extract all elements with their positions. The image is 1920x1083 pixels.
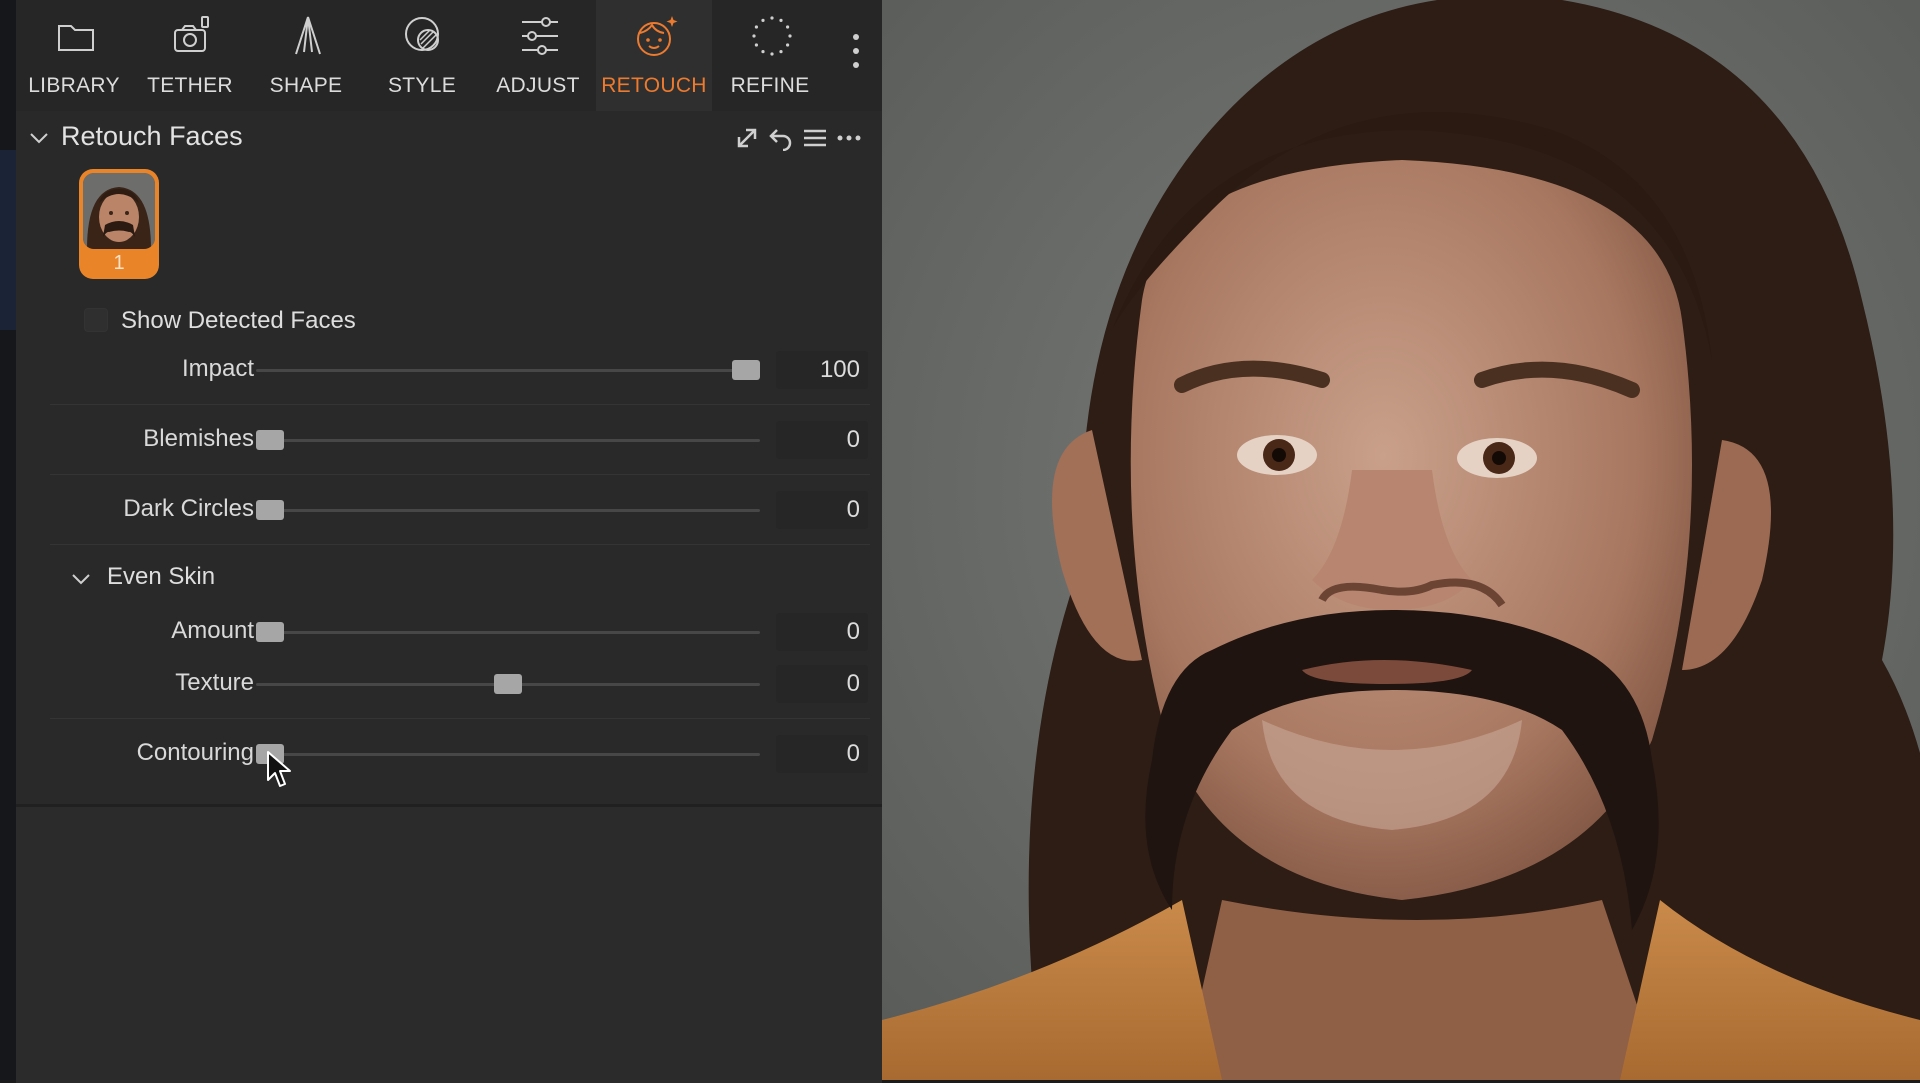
tab-adjust[interactable]: ADJUST [480, 0, 596, 111]
chevron-down-icon[interactable] [28, 127, 50, 149]
tab-style-label: STYLE [387, 74, 457, 97]
show-detected-faces-checkbox[interactable] [84, 308, 108, 332]
tool-panel: LIBRARY TETHER SHAPE STYLE ADJUST RETOUC… [16, 0, 882, 1083]
tab-retouch[interactable]: RETOUCH [596, 0, 712, 111]
show-detected-faces-label: Show Detected Faces [121, 307, 356, 334]
divider [50, 404, 870, 405]
divider [50, 474, 870, 475]
refine-icon [752, 16, 792, 56]
adjust-sliders-icon [522, 17, 558, 55]
dark-circles-slider-thumb[interactable] [256, 500, 284, 520]
retouch-faces-header: Retouch Faces [16, 113, 882, 163]
panel-empty-area [16, 804, 882, 1083]
impact-slider[interactable] [256, 369, 760, 372]
reset-icon[interactable] [768, 125, 794, 151]
tab-shape-label: SHAPE [269, 74, 343, 97]
detected-face-thumbnail[interactable]: 1 [79, 169, 159, 279]
tab-library[interactable]: LIBRARY [16, 0, 132, 111]
portrait-image [882, 0, 1920, 1080]
tab-library-label: LIBRARY [28, 74, 120, 97]
tab-tether[interactable]: TETHER [132, 0, 248, 111]
folder-icon [58, 25, 94, 51]
dark-circles-label: Dark Circles [123, 495, 254, 522]
photo-viewer[interactable] [882, 0, 1920, 1080]
amount-row: Amount 0 [16, 605, 882, 659]
mouse-cursor-icon [267, 751, 291, 787]
tab-tether-label: TETHER [147, 74, 233, 97]
blemishes-row: Blemishes 0 [16, 413, 882, 467]
impact-row: Impact 100 [16, 343, 882, 397]
texture-slider-thumb[interactable] [494, 674, 522, 694]
texture-label: Texture [175, 669, 254, 696]
tab-refine[interactable]: REFINE [712, 0, 828, 111]
contouring-row: Contouring 0 [16, 727, 882, 781]
impact-slider-thumb[interactable] [732, 360, 760, 380]
impact-value[interactable]: 100 [776, 351, 868, 389]
blemishes-slider-thumb[interactable] [256, 430, 284, 450]
list-icon[interactable] [802, 125, 828, 151]
face-thumbnail-image [83, 173, 155, 249]
chevron-down-icon[interactable] [70, 568, 92, 590]
section-title: Retouch Faces [61, 121, 243, 151]
style-icon [405, 17, 439, 51]
even-skin-title: Even Skin [107, 563, 216, 590]
dark-circles-slider[interactable] [256, 509, 760, 512]
dark-circles-value[interactable]: 0 [776, 491, 868, 529]
contouring-slider[interactable] [256, 753, 760, 756]
amount-slider-thumb[interactable] [256, 622, 284, 642]
contouring-label: Contouring [136, 739, 254, 766]
divider [50, 718, 870, 719]
even-skin-header: Even Skin [16, 558, 882, 600]
texture-row: Texture 0 [16, 657, 882, 711]
blemishes-slider[interactable] [256, 439, 760, 442]
texture-value[interactable]: 0 [776, 665, 868, 703]
more-icon[interactable] [836, 125, 862, 151]
left-edge-strip [0, 0, 16, 1080]
more-tools-icon[interactable] [848, 34, 864, 78]
tab-refine-label: REFINE [730, 74, 810, 97]
face-index: 1 [113, 252, 125, 274]
tool-tabs-bar: LIBRARY TETHER SHAPE STYLE ADJUST RETOUC… [16, 0, 882, 111]
impact-label: Impact [181, 355, 254, 382]
tab-style[interactable]: STYLE [364, 0, 480, 111]
divider [50, 544, 870, 545]
tab-retouch-label: RETOUCH [601, 74, 707, 97]
tab-adjust-label: ADJUST [496, 74, 580, 97]
dark-circles-row: Dark Circles 0 [16, 483, 882, 537]
amount-label: Amount [171, 617, 254, 644]
expand-icon[interactable] [734, 125, 760, 151]
blemishes-label: Blemishes [143, 425, 254, 452]
shape-icon [295, 16, 321, 55]
left-edge-accent [0, 150, 16, 330]
camera-icon [174, 16, 209, 52]
retouch-face-icon [637, 16, 678, 56]
blemishes-value[interactable]: 0 [776, 421, 868, 459]
contouring-value[interactable]: 0 [776, 735, 868, 773]
tab-shape[interactable]: SHAPE [248, 0, 364, 111]
amount-value[interactable]: 0 [776, 613, 868, 651]
amount-slider[interactable] [256, 631, 760, 634]
